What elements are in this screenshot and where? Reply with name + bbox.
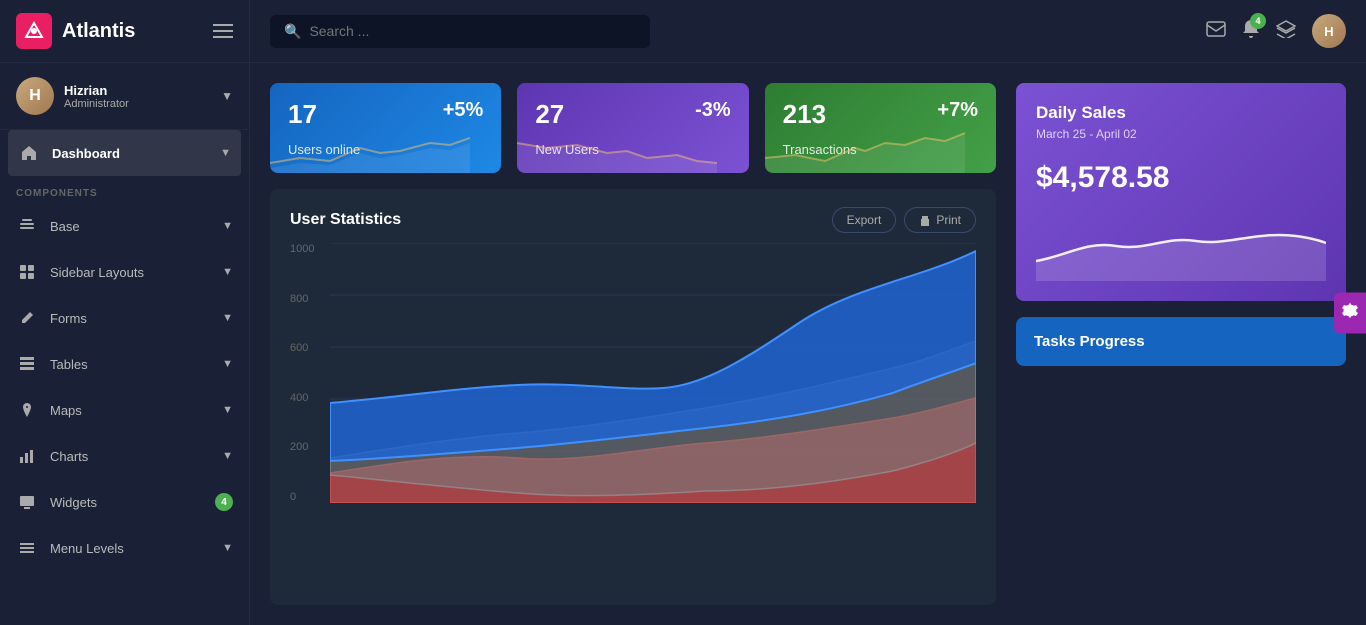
sidebar-user: H Hizrian Administrator ▼: [0, 63, 249, 130]
content-area: 17 +5% Users online 27 -3% New User: [250, 63, 1366, 625]
user-statistics-chart: 1000 800 600 400 200 0: [290, 243, 976, 523]
y-axis: 1000 800 600 400 200 0: [290, 243, 322, 503]
brand-icon: [16, 13, 52, 49]
sidebar-item-widgets[interactable]: Widgets 4: [0, 479, 249, 525]
layers-icon: [16, 215, 38, 237]
daily-sales-title: Daily Sales: [1036, 103, 1326, 123]
table-icon: [16, 353, 38, 375]
sidebar-label-base: Base: [50, 219, 222, 234]
mail-icon[interactable]: [1206, 21, 1226, 42]
daily-sales-chart: [1036, 211, 1326, 281]
widgets-badge: 4: [215, 493, 233, 511]
card-header: User Statistics Export Print: [290, 207, 976, 233]
stats-row: 17 +5% Users online 27 -3% New User: [270, 83, 996, 173]
sidebar-label-dashboard: Dashboard: [52, 146, 220, 161]
sidebar-item-tables[interactable]: Tables ▼: [0, 341, 249, 387]
user-dropdown-icon[interactable]: ▼: [221, 89, 233, 103]
header-right: 4 H: [1206, 14, 1346, 48]
settings-tab[interactable]: [1334, 292, 1366, 333]
daily-sales-card: Daily Sales March 25 - April 02 $4,578.5…: [1016, 83, 1346, 301]
grid-icon: [16, 261, 38, 283]
brand-bar: Atlantis: [0, 0, 249, 63]
user-statistics-card: User Statistics Export Print 1000 800 60…: [270, 189, 996, 605]
nav-arrow-base: ▼: [222, 220, 233, 232]
nav-arrow-dashboard: ▼: [220, 147, 231, 159]
sidebar-label-menu-levels: Menu Levels: [50, 541, 222, 556]
chart-svg-area: [330, 243, 976, 503]
user-name: Hizrian: [64, 83, 221, 98]
layers-header-icon[interactable]: [1276, 20, 1296, 43]
daily-sales-date: March 25 - April 02: [1036, 127, 1326, 141]
sidebar-label-forms: Forms: [50, 311, 222, 326]
card-actions: Export Print: [832, 207, 976, 233]
bar-chart-icon: [16, 445, 38, 467]
stat-change-transactions: +7%: [937, 99, 978, 122]
tasks-progress-card: Tasks Progress: [1016, 317, 1346, 366]
stat-change-new-users: -3%: [695, 99, 731, 122]
search-icon: 🔍: [284, 23, 301, 40]
user-statistics-title: User Statistics: [290, 211, 401, 229]
daily-sales-amount: $4,578.58: [1036, 161, 1326, 195]
stat-card-new-users: 27 -3% New Users: [517, 83, 748, 173]
stat-change-users: +5%: [443, 99, 484, 122]
stat-card-transactions: 213 +7% Transactions: [765, 83, 996, 173]
home-icon: [18, 142, 40, 164]
sidebar-label-tables: Tables: [50, 357, 222, 372]
sidebar-item-maps[interactable]: Maps ▼: [0, 387, 249, 433]
sidebar-label-layouts: Sidebar Layouts: [50, 265, 222, 280]
header-user-avatar[interactable]: H: [1312, 14, 1346, 48]
avatar: H: [16, 77, 54, 115]
content-right: Daily Sales March 25 - April 02 $4,578.5…: [1016, 83, 1346, 605]
notification-badge: 4: [1250, 13, 1266, 29]
print-button[interactable]: Print: [904, 207, 976, 233]
content-left: 17 +5% Users online 27 -3% New User: [270, 83, 996, 605]
search-input[interactable]: [309, 23, 636, 39]
sidebar-item-dashboard[interactable]: Dashboard ▼: [8, 130, 241, 176]
sidebar-item-sidebar-layouts[interactable]: Sidebar Layouts ▼: [0, 249, 249, 295]
sidebar-item-base[interactable]: Base ▼: [0, 203, 249, 249]
sidebar-label-charts: Charts: [50, 449, 222, 464]
monitor-icon: [16, 491, 38, 513]
brand-name: Atlantis: [62, 20, 135, 43]
hamburger-icon[interactable]: [213, 24, 233, 38]
sidebar-label-widgets: Widgets: [50, 495, 215, 510]
header: 🔍 4 H: [250, 0, 1366, 63]
user-role: Administrator: [64, 98, 221, 110]
main-area: 🔍 4 H 17 +5%: [250, 0, 1366, 625]
map-pin-icon: [16, 399, 38, 421]
edit-icon: [16, 307, 38, 329]
sidebar-item-menu-levels[interactable]: Menu Levels ▼: [0, 525, 249, 571]
notification-icon[interactable]: 4: [1242, 19, 1260, 44]
export-button[interactable]: Export: [832, 207, 897, 233]
sidebar-item-forms[interactable]: Forms ▼: [0, 295, 249, 341]
menu-icon: [16, 537, 38, 559]
components-label: COMPONENTS: [0, 176, 249, 203]
stat-card-users-online: 17 +5% Users online: [270, 83, 501, 173]
tasks-title: Tasks Progress: [1034, 333, 1328, 350]
sidebar-item-charts[interactable]: Charts ▼: [0, 433, 249, 479]
sidebar: Atlantis H Hizrian Administrator ▼ Dashb…: [0, 0, 250, 625]
sidebar-label-maps: Maps: [50, 403, 222, 418]
search-box[interactable]: 🔍: [270, 15, 650, 48]
